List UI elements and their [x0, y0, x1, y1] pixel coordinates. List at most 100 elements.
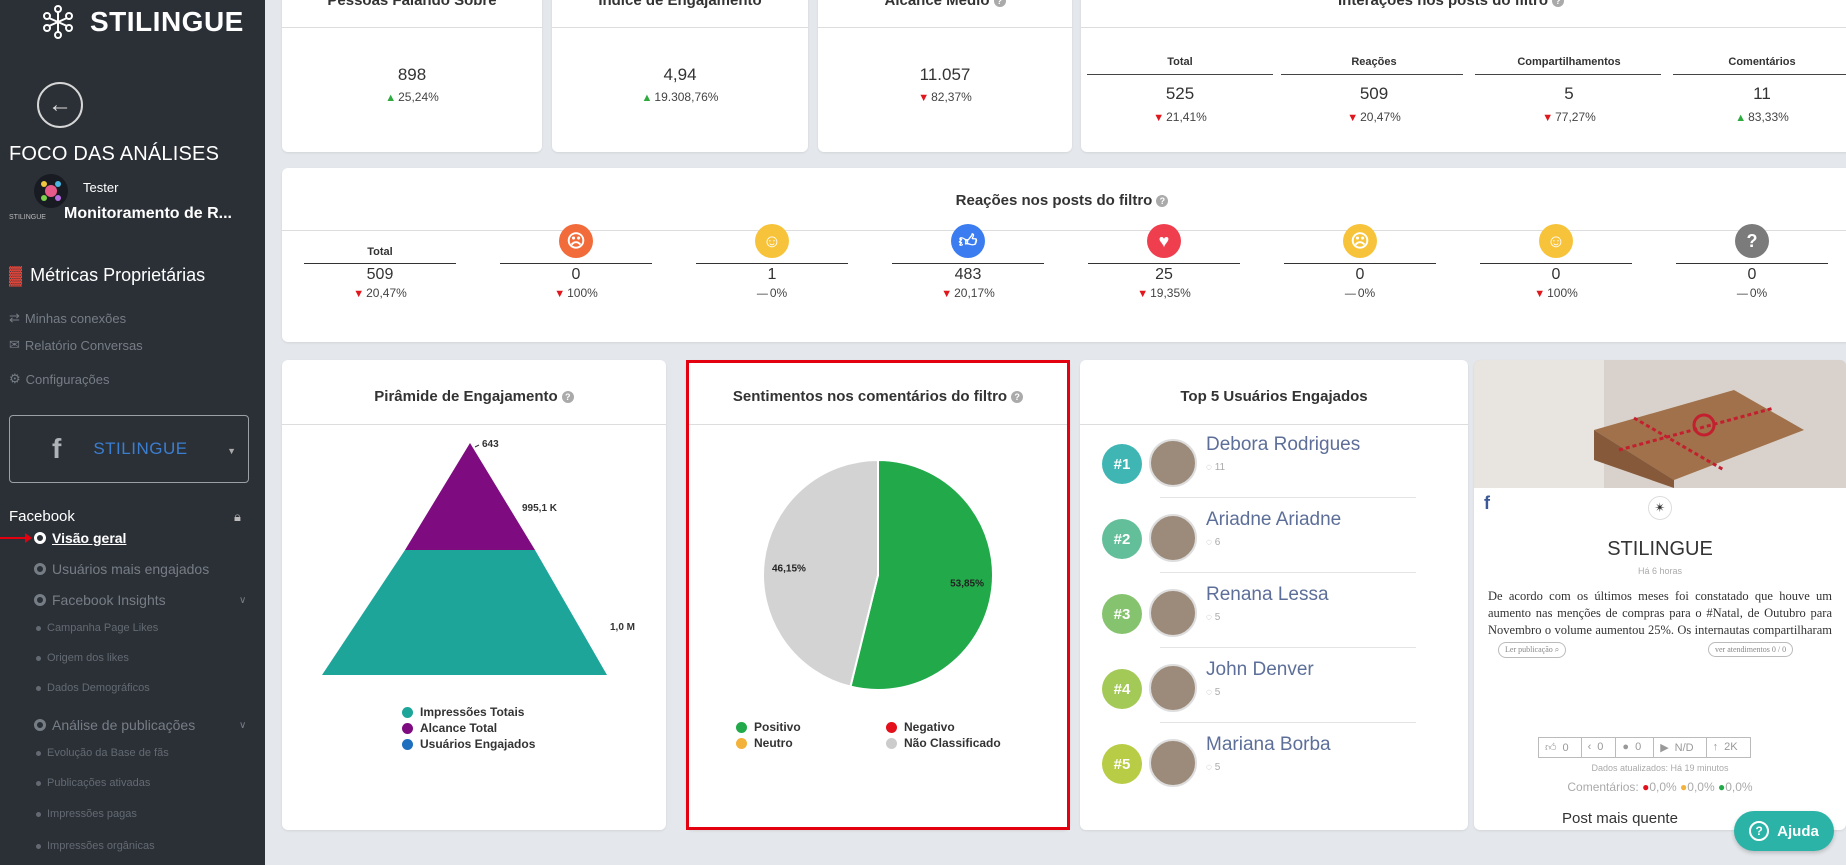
reaction-change: —0% [1344, 286, 1376, 300]
post-image[interactable] [1474, 360, 1846, 488]
nav-sub-likes-origin[interactable]: Origem dos likes [36, 652, 129, 664]
comment-icon: ◌ [1206, 537, 1212, 548]
help-icon[interactable]: ? [1156, 195, 1169, 208]
reaction-value: 483 [954, 266, 982, 283]
user-name[interactable]: Renana Lessa [1206, 584, 1329, 606]
top-user-row[interactable]: #2 Ariadne Ariadne ◌ 6 [1080, 499, 1432, 573]
reaction-total-label: Total [367, 246, 393, 258]
rank-badge: #1 [1102, 444, 1142, 484]
owned-metrics-label: Métricas Proprietárias [30, 265, 206, 285]
avatar [1149, 439, 1197, 487]
help-icon[interactable]: ? [993, 0, 1006, 8]
user-name[interactable]: John Denver [1206, 659, 1314, 681]
nav-sub-organic-impressions[interactable]: Impressões orgânicas [36, 840, 155, 852]
sad-icon: ☹ [1343, 224, 1377, 258]
avatar [1149, 514, 1197, 562]
legend-item[interactable]: Alcance Total [402, 721, 535, 735]
comment-icon: ◌ [1206, 687, 1212, 698]
comment-count: ◌ 6 [1206, 537, 1221, 548]
comment-count: ◌ 5 [1206, 687, 1221, 698]
brand-logo[interactable]: STILINGUE [40, 4, 244, 40]
nav-sub-fan-base[interactable]: Evolução da Base de fãs [36, 747, 169, 759]
data-updated: Dados atualizados: Há 19 minutos [1591, 763, 1729, 773]
arrow-up-icon: ▲ [641, 92, 653, 104]
metric-change: ▲ 25,24% [385, 90, 439, 104]
legend-item[interactable]: Impressões Totais [402, 705, 535, 719]
top-users-title: Top 5 Usuários Engajados [1180, 388, 1368, 405]
sidebar-link-settings[interactable]: ⚙ Configurações [9, 371, 109, 387]
page-selector-value: STILINGUE [93, 439, 188, 458]
gear-icon: ⚙ [9, 371, 21, 386]
reaction-change: —0% [1736, 286, 1768, 300]
legend-item[interactable]: Usuários Engajados [402, 737, 535, 751]
nav-sub-label: Origem dos likes [47, 652, 129, 664]
nav-overview[interactable]: Visão geral [34, 530, 126, 546]
nav-sub-campaign[interactable]: Campanha Page Likes [36, 622, 158, 634]
pyramid-leader-line [474, 444, 480, 448]
comment-icon: ◌ [1206, 762, 1212, 773]
post-time: Há 6 horas [1637, 566, 1683, 576]
pyramid-legend: Impressões Totais Alcance Total Usuários… [402, 705, 535, 753]
nav-posts-analysis[interactable]: Análise de publicações ∨ [34, 717, 246, 733]
read-post-button[interactable]: Ler publicação ⌕ [1498, 642, 1567, 658]
top-user-row[interactable]: #4 John Denver ◌ 5 [1080, 649, 1432, 723]
account-brand-small: STILINGUE [9, 214, 46, 221]
reaction-value: 0 [1355, 266, 1365, 283]
chevron-down-icon: ∨ [239, 594, 247, 606]
user-name[interactable]: Ariadne Ariadne [1206, 509, 1341, 531]
user-name[interactable]: Debora Rodrigues [1206, 434, 1360, 456]
angry-icon: ☹ [559, 224, 593, 258]
interactions-col-label: Reações [1351, 56, 1397, 68]
reaction-change: ▼ 19,35% [1137, 286, 1191, 300]
top-user-row[interactable]: #3 Renana Lessa ◌ 5 [1080, 574, 1432, 648]
pyramid-reach-tier [405, 443, 535, 550]
pyramid-title: Pirâmide de Engajamento? [282, 388, 666, 405]
top-user-row[interactable]: #5 Mariana Borba ◌ 5 [1080, 724, 1432, 798]
comments-sentiment: Comentários: ●0,0% ●0,0% ●0,0% [1567, 780, 1753, 794]
interactions-value: 525 [1165, 84, 1195, 103]
owned-metrics-header[interactable]: ▓ Métricas Proprietárias [9, 265, 205, 286]
nav-facebook-insights[interactable]: Facebook Insights ∨ [34, 592, 246, 608]
help-icon[interactable]: ? [561, 391, 574, 404]
metric-value: 898 [397, 65, 427, 84]
reaction-value: 509 [366, 266, 394, 283]
nav-sub-label: Impressões pagas [47, 808, 137, 820]
reaction-column: ☺ 0 ▼ 100% [1458, 224, 1654, 300]
nav-sub-active-posts[interactable]: Publicações ativadas [36, 777, 150, 789]
user-name[interactable]: Mariana Borba [1206, 734, 1331, 756]
project-avatar [34, 174, 68, 208]
interactions-value: 11 [1753, 84, 1771, 103]
metric-value: 11.057 [919, 65, 971, 84]
question-icon: ? [1749, 821, 1770, 841]
nav-sub-label: Campanha Page Likes [47, 622, 159, 634]
help-icon[interactable]: ? [1552, 0, 1565, 8]
nav-sub-paid-impressions[interactable]: Impressões pagas [36, 808, 137, 820]
rank-badge: #5 [1102, 744, 1142, 784]
post-text: De acordo com os últimos meses foi const… [1488, 589, 1832, 637]
arrow-up-icon: ▲ [385, 92, 397, 104]
pyramid-label-reach: 995,1 K [522, 503, 558, 514]
reaction-column: Total 509 ▼ 20,47% [282, 224, 478, 300]
hot-post-card: f ✴ STILINGUE Há 6 horas De acordo com o… [1474, 360, 1846, 830]
sidebar-link-connections[interactable]: ⇄ Minhas conexões [9, 310, 126, 326]
stilingue-logo-icon [43, 5, 73, 39]
top-user-row[interactable]: #1 Debora Rodrigues ◌ 11 [1080, 424, 1432, 498]
link-label: Minhas conexões [24, 310, 127, 326]
page-selector[interactable]: f STILINGUE ▼ [9, 415, 249, 483]
radio-icon [34, 563, 46, 575]
nav-sub-label: Publicações ativadas [47, 777, 151, 789]
arrow-left-icon: ← [48, 91, 72, 118]
help-button[interactable]: ? Ajuda [1734, 811, 1834, 851]
question-icon: ? [1735, 224, 1769, 258]
nav-sub-demographics[interactable]: Dados Demográficos [36, 682, 150, 694]
metric-card-average-reach: Alcance Médio? 11.057 ▼ 82,37% [818, 0, 1072, 152]
page-logo-icon: ✴ [1648, 496, 1672, 520]
back-button[interactable]: ← [37, 82, 83, 128]
metric-card-people-talking: Pessoas Falando Sobre 898 ▲ 25,24% [282, 0, 542, 152]
reaction-column: 👍︎ 483 ▼ 20,17% [870, 224, 1066, 300]
reaction-change: ▼ 100% [554, 286, 598, 300]
view-service-button[interactable]: ver atendimentos 0 / 0 [1708, 642, 1794, 657]
project-name[interactable]: Monitoramento de R... [64, 205, 232, 223]
nav-engaged-users[interactable]: Usuários mais engajados [34, 561, 209, 577]
sidebar-link-conversations[interactable]: ✉ Relatório Conversas [9, 337, 143, 353]
